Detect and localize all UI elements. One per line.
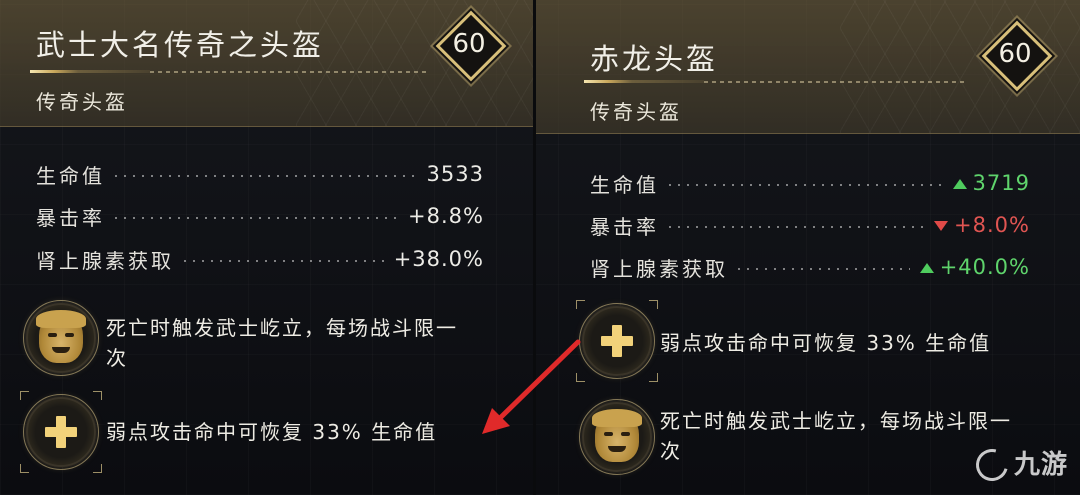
stat-value: +40.0% [919,255,1030,279]
right-level-value: 60 [998,39,1032,69]
watermark: 九游 [970,443,1068,487]
right-stat-health: 生命值 3719 [590,167,1030,199]
right-perk-2-text: 死亡时触发武士屹立，每场战斗限一次 [660,409,1012,463]
left-stat-crit: 暴击率 +8.8% [36,200,484,232]
arrow-down-icon [934,221,949,231]
stat-label: 肾上腺素获取 [590,256,728,281]
health-plus-icon[interactable] [20,391,102,473]
stat-leader-dots [115,175,417,177]
arrow-up-icon [919,263,934,273]
right-item-name: 赤龙头盔 [590,42,719,76]
stat-label: 生命值 [590,172,659,197]
title-rule-dots [704,81,964,83]
left-item-name: 武士大名传奇之头盔 [36,28,325,62]
watermark-logo-icon [970,443,1014,487]
stat-leader-dots [669,184,943,186]
stat-leader-dots [115,217,399,219]
stat-leader-dots [669,226,925,228]
left-level-value: 60 [452,29,486,59]
title-rule [30,70,150,73]
title-rule [584,80,704,83]
stat-value: +38.0% [393,247,484,271]
samurai-mask-icon[interactable] [23,300,99,376]
left-item-type: 传奇头盔 [36,90,128,114]
right-stat-adrenaline: 肾上腺素获取 +40.0% [590,251,1030,283]
stat-value: 3719 [952,171,1030,195]
stat-label: 生命值 [36,163,105,188]
stat-value: +8.0% [934,213,1030,237]
left-perk-1-text: 死亡时触发武士屹立，每场战斗限一次 [106,316,458,370]
right-perk-1-text: 弱点攻击命中可恢复 33% 生命值 [660,331,992,355]
stat-value: +8.8% [408,204,484,228]
left-item-header: 武士大名传奇之头盔 传奇头盔 60 [0,0,536,127]
stat-label: 肾上腺素获取 [36,248,174,273]
left-level-badge: 60 [435,10,507,82]
stat-label: 暴击率 [36,205,105,230]
left-perk-2-text: 弱点攻击命中可恢复 33% 生命值 [106,420,438,444]
right-stat-crit: 暴击率 +8.0% [590,209,1030,241]
right-item-header: 赤龙头盔 传奇头盔 60 [536,0,1080,134]
stat-leader-dots [184,260,384,262]
left-item-card: 武士大名传奇之头盔 传奇头盔 60 生命值 3533 暴击率 +8.8% 肾上腺… [0,0,536,495]
samurai-mask-icon[interactable] [579,399,655,475]
arrow-up-icon [952,179,967,189]
health-plus-icon[interactable] [576,300,658,382]
left-stat-adrenaline: 肾上腺素获取 +38.0% [36,243,484,275]
left-stat-health: 生命值 3533 [36,158,484,190]
stat-label: 暴击率 [590,214,659,239]
right-level-badge: 60 [981,20,1053,92]
right-item-type: 传奇头盔 [590,100,682,124]
right-item-card: 赤龙头盔 传奇头盔 60 生命值 3719 暴击率 +8.0% 肾上腺素获取 +… [536,0,1080,495]
stat-value: 3533 [426,162,484,186]
stat-leader-dots [738,268,910,270]
title-rule-dots [150,71,430,73]
